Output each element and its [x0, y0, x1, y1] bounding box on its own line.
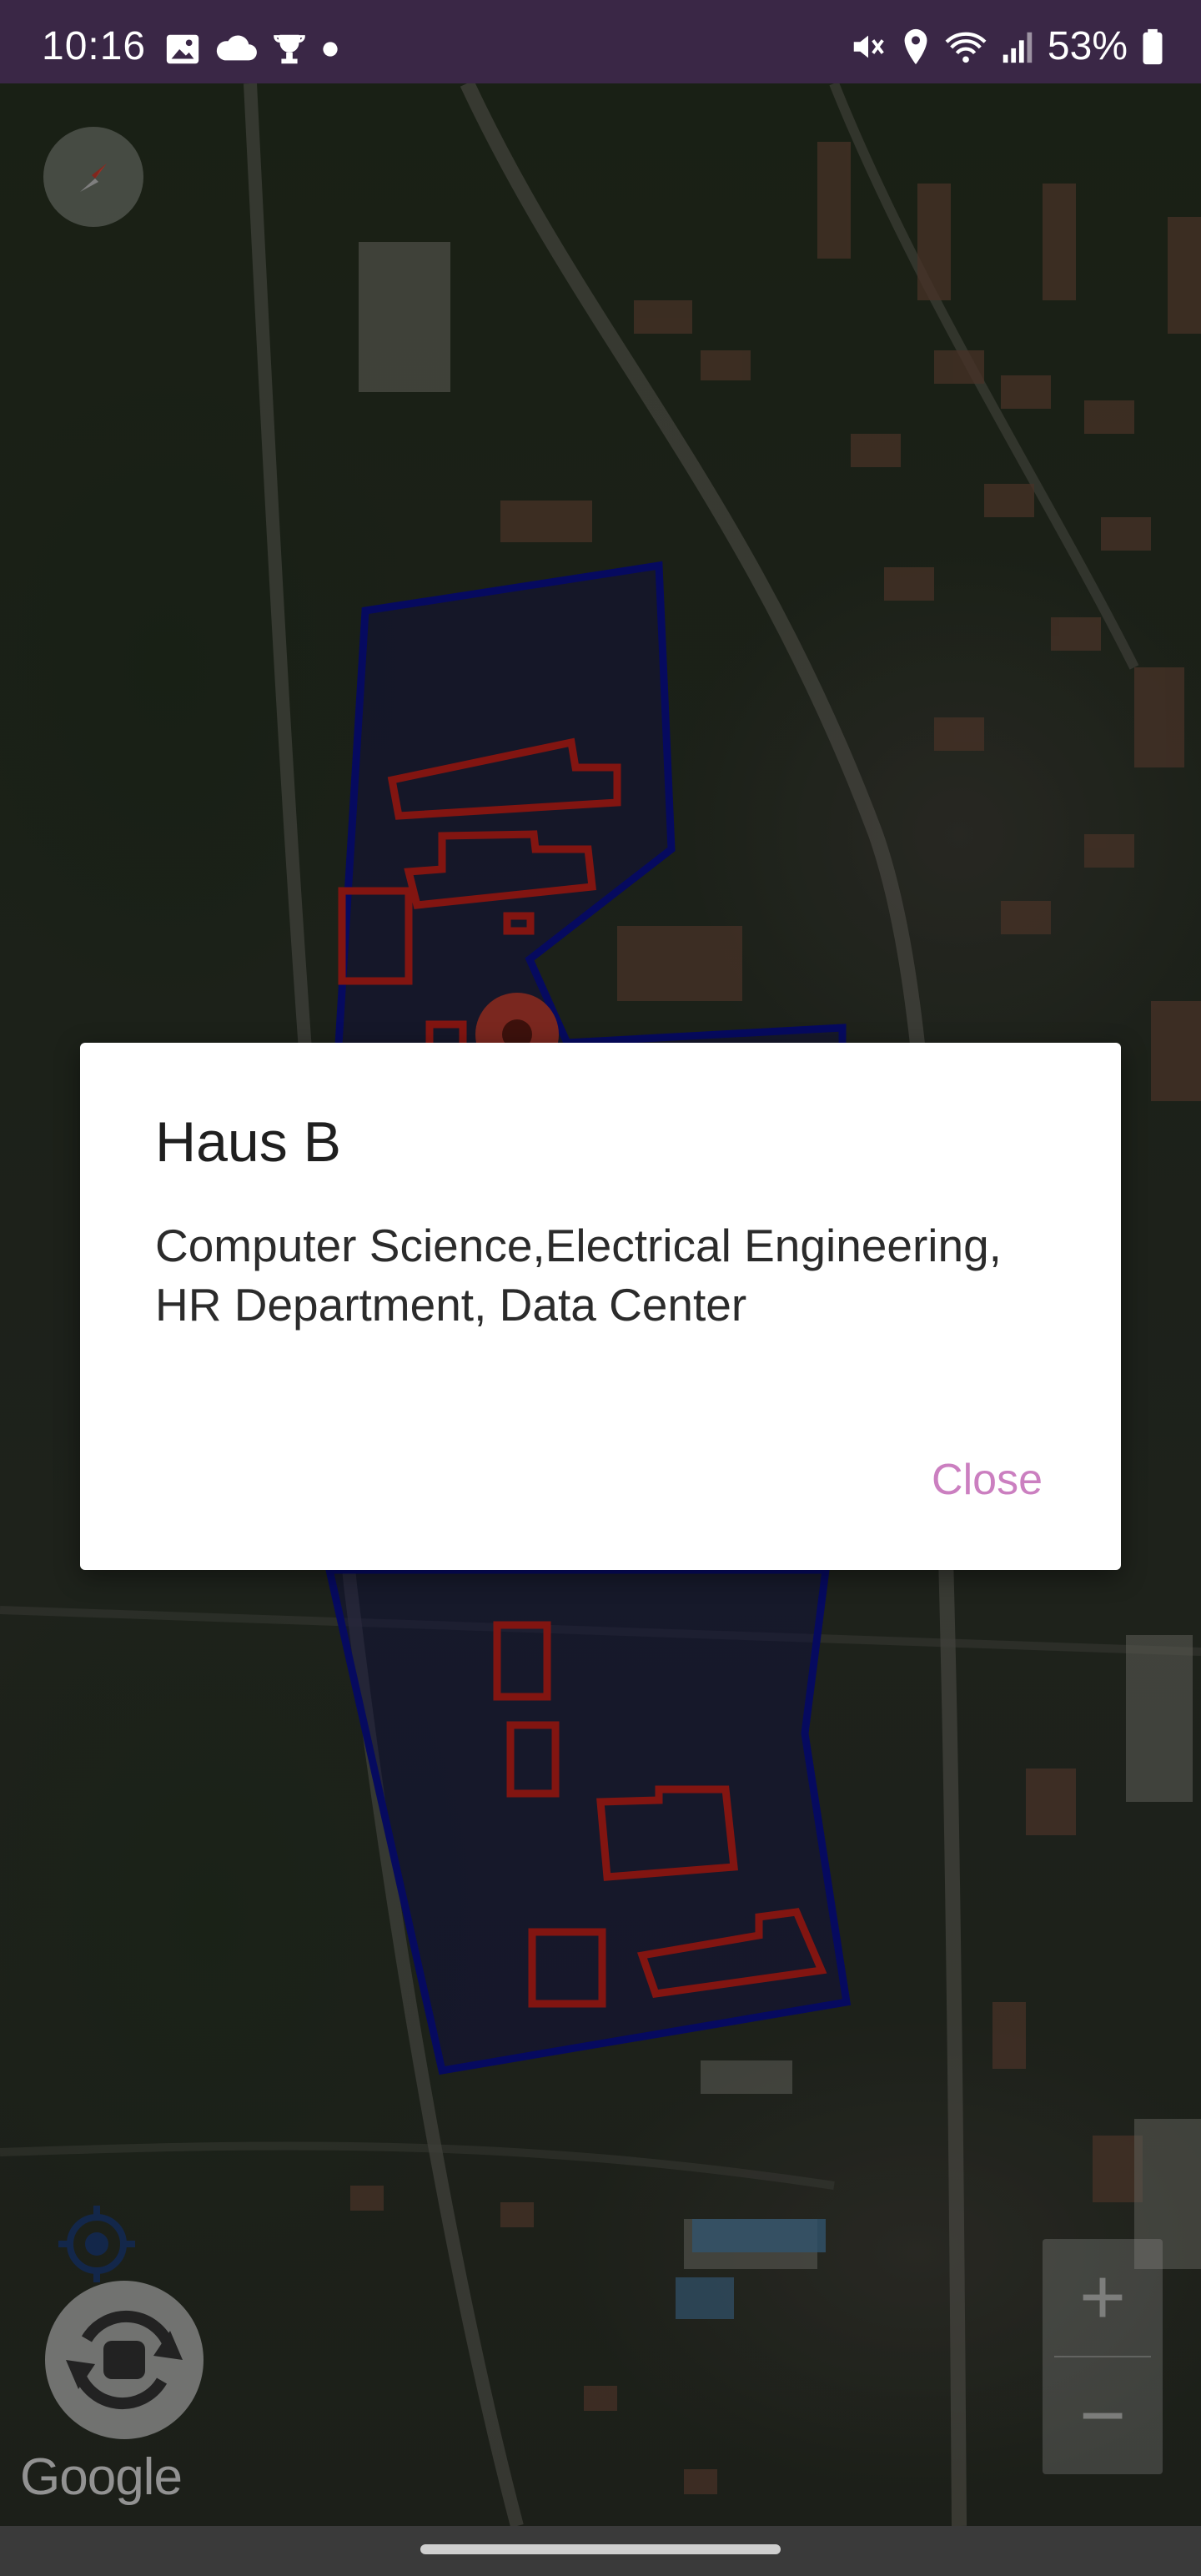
- dialog-title: Haus B: [155, 1110, 341, 1174]
- navigation-bar: [0, 2526, 1201, 2576]
- dialog-message: Computer Science,Electrical Engineering,…: [155, 1220, 1002, 1331]
- status-time: 10:16: [42, 24, 147, 68]
- mute-icon: [853, 35, 884, 58]
- signal-icon: [1003, 32, 1033, 63]
- status-system-icons: 53%: [849, 23, 1164, 69]
- status-notification-icons: [163, 30, 340, 68]
- building-info-dialog: Haus B Computer Science,Electrical Engin…: [80, 1043, 1121, 1570]
- dot-icon: [323, 42, 338, 57]
- wifi-icon: [945, 32, 987, 63]
- battery-icon: [1143, 28, 1163, 64]
- location-icon: [904, 28, 927, 64]
- gallery-icon: [166, 34, 199, 64]
- cloud-icon: [216, 35, 257, 61]
- trophy-icon: [274, 34, 305, 64]
- battery-percent: 53%: [1047, 24, 1128, 68]
- home-gesture-handle[interactable]: [420, 2544, 781, 2554]
- status-bar: 10:16 53%: [0, 0, 1201, 83]
- close-button[interactable]: Close: [932, 1455, 1043, 1505]
